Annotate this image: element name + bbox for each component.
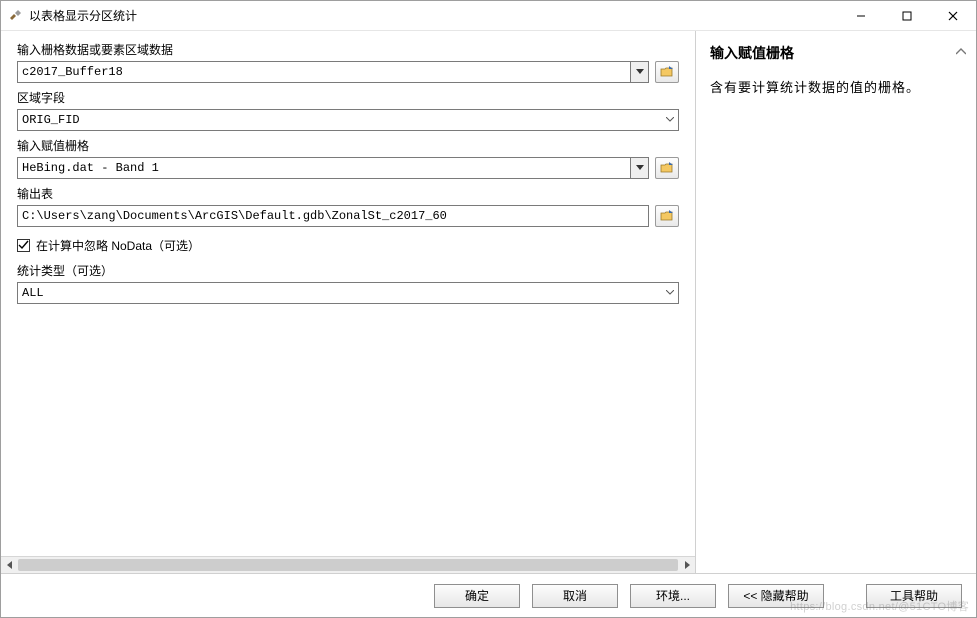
scroll-left-icon[interactable] [1, 557, 18, 573]
scrollbar-thumb[interactable] [18, 559, 678, 571]
field-zone-field: 区域字段 ORIG_FID [17, 89, 679, 131]
stat-type-value: ALL [18, 286, 662, 300]
stat-type-combo[interactable]: ALL [17, 282, 679, 304]
field-output-table: 输出表 C:\Users\zang\Documents\ArcGIS\Defau… [17, 185, 679, 227]
zone-field-label: 区域字段 [17, 89, 679, 106]
minimize-button[interactable] [838, 1, 884, 31]
maximize-button[interactable] [884, 1, 930, 31]
help-title: 输入赋值栅格 [710, 43, 960, 63]
input-raster-browse-button[interactable] [655, 61, 679, 83]
zone-field-combo[interactable]: ORIG_FID [17, 109, 679, 131]
tool-help-button[interactable]: 工具帮助 [866, 584, 962, 608]
chevron-down-icon[interactable] [662, 283, 678, 303]
field-value-raster: 输入赋值栅格 HeBing.dat - Band 1 [17, 137, 679, 179]
value-raster-label: 输入赋值栅格 [17, 137, 679, 154]
zone-field-value: ORIG_FID [18, 113, 662, 127]
dialog-window: 以表格显示分区统计 输入栅格数据或要素区域数据 [0, 0, 977, 618]
form-scroll: 输入栅格数据或要素区域数据 c2017_Buffer18 [1, 31, 695, 556]
environments-button[interactable]: 环境... [630, 584, 716, 608]
chevron-down-icon[interactable] [630, 158, 648, 178]
collapse-help-icon[interactable] [956, 45, 966, 59]
stat-type-label: 统计类型（可选） [17, 262, 679, 279]
input-raster-label: 输入栅格数据或要素区域数据 [17, 41, 679, 58]
cancel-button[interactable]: 取消 [532, 584, 618, 608]
field-input-raster: 输入栅格数据或要素区域数据 c2017_Buffer18 [17, 41, 679, 83]
value-raster-browse-button[interactable] [655, 157, 679, 179]
input-raster-combo[interactable]: c2017_Buffer18 [17, 61, 649, 83]
content-area: 输入栅格数据或要素区域数据 c2017_Buffer18 [1, 31, 976, 573]
chevron-down-icon[interactable] [662, 110, 678, 130]
ignore-nodata-label: 在计算中忽略 NoData（可选） [36, 237, 200, 254]
ignore-nodata-row[interactable]: 在计算中忽略 NoData（可选） [17, 237, 679, 254]
folder-open-icon [660, 162, 674, 174]
scrollbar-track[interactable] [18, 557, 678, 573]
folder-open-icon [660, 210, 674, 222]
dialog-title: 以表格显示分区统计 [29, 7, 137, 24]
hammer-icon [7, 8, 23, 24]
output-table-value: C:\Users\zang\Documents\ArcGIS\Default.g… [18, 209, 648, 223]
close-button[interactable] [930, 1, 976, 31]
help-pane: 输入赋值栅格 含有要计算统计数据的值的栅格。 [696, 31, 976, 573]
value-raster-value: HeBing.dat - Band 1 [18, 161, 630, 175]
field-stat-type: 统计类型（可选） ALL [17, 262, 679, 304]
ok-button[interactable]: 确定 [434, 584, 520, 608]
ignore-nodata-checkbox[interactable] [17, 239, 30, 252]
dialog-footer: 确定 取消 环境... << 隐藏帮助 工具帮助 [1, 573, 976, 617]
output-table-browse-button[interactable] [655, 205, 679, 227]
form-pane: 输入栅格数据或要素区域数据 c2017_Buffer18 [1, 31, 696, 573]
horizontal-scrollbar[interactable] [1, 556, 695, 573]
output-table-label: 输出表 [17, 185, 679, 202]
scroll-right-icon[interactable] [678, 557, 695, 573]
titlebar: 以表格显示分区统计 [1, 1, 976, 31]
input-raster-value: c2017_Buffer18 [18, 65, 630, 79]
checkmark-icon [18, 240, 29, 251]
output-table-input[interactable]: C:\Users\zang\Documents\ArcGIS\Default.g… [17, 205, 649, 227]
folder-open-icon [660, 66, 674, 78]
value-raster-combo[interactable]: HeBing.dat - Band 1 [17, 157, 649, 179]
chevron-down-icon[interactable] [630, 62, 648, 82]
hide-help-button[interactable]: << 隐藏帮助 [728, 584, 824, 608]
help-body: 含有要计算统计数据的值的栅格。 [710, 77, 960, 99]
